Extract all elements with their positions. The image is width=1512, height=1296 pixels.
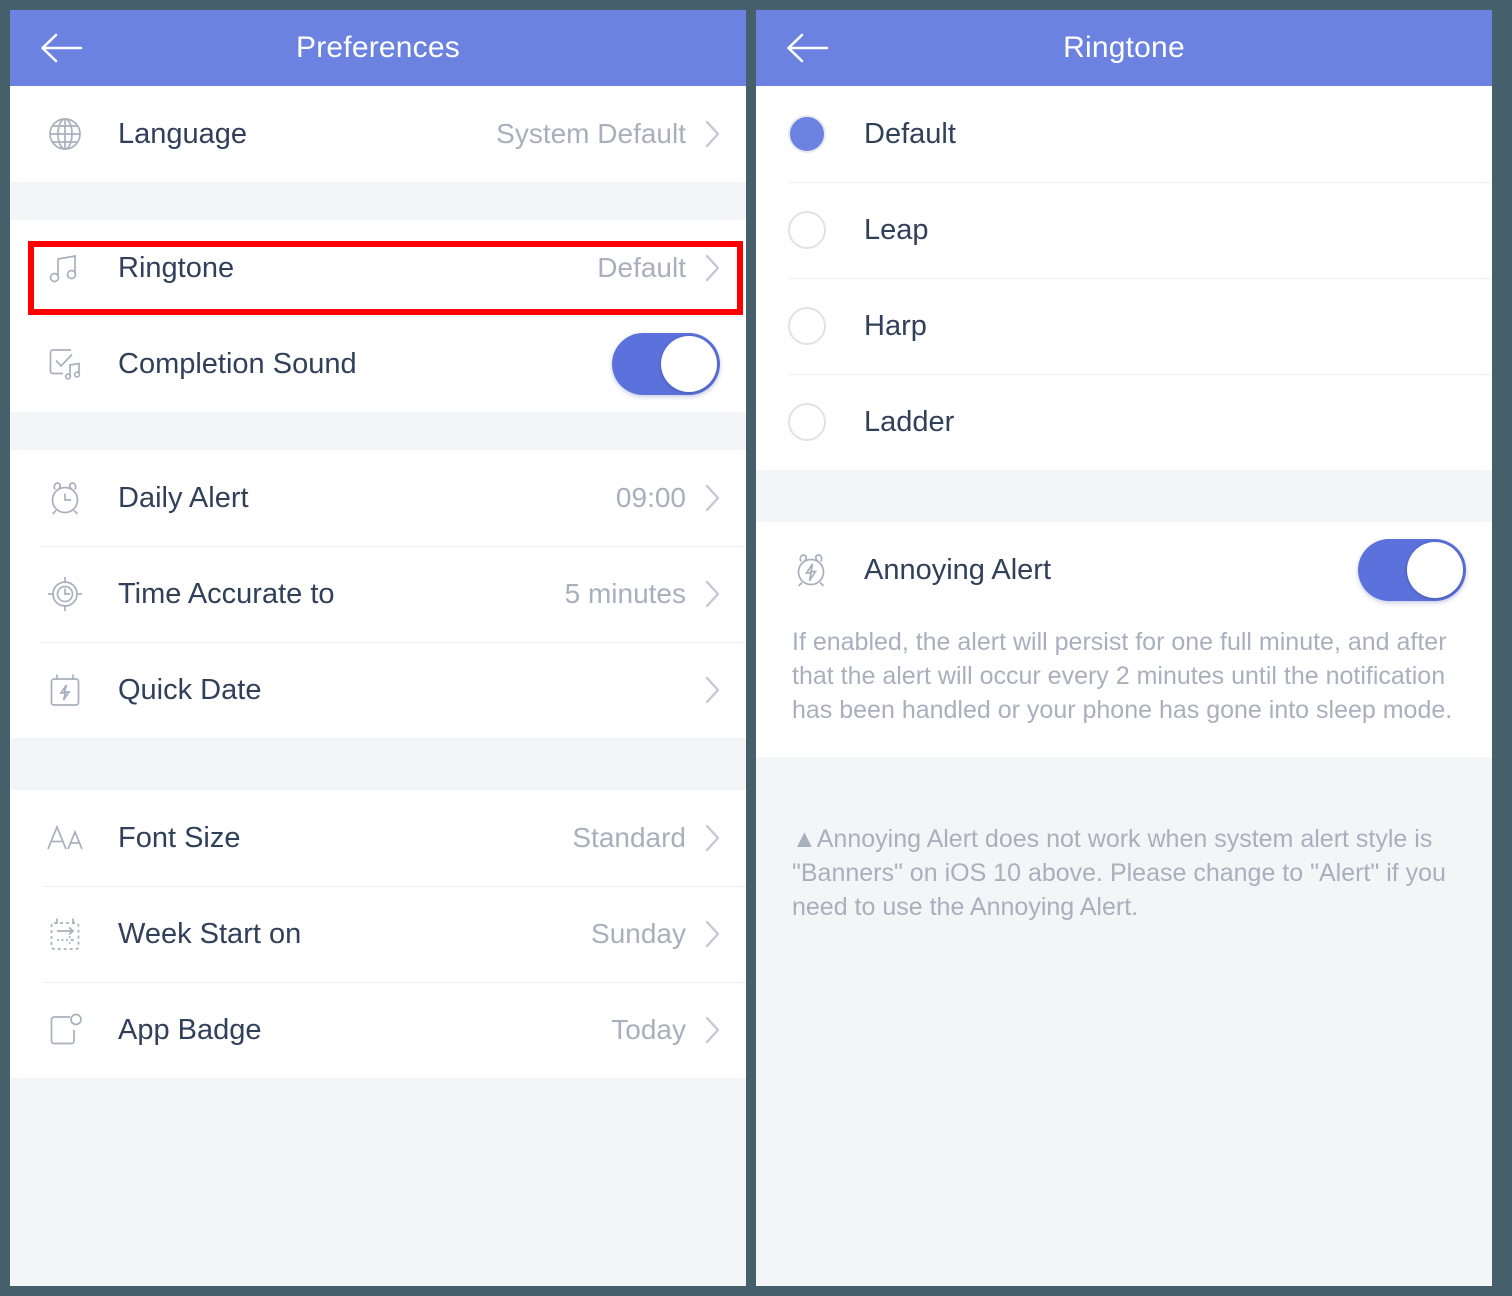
row-label: Annoying Alert [864, 553, 1052, 586]
ringtone-screen: Ringtone Default Leap Harp Ladder Annoyi… [756, 10, 1492, 1286]
toggle-knob [661, 336, 717, 392]
row-time-accurate-to[interactable]: Time Accurate to 5 minutes [10, 546, 746, 642]
row-label: App Badge [118, 1013, 262, 1046]
ringtone-label: Default [864, 117, 956, 150]
row-language[interactable]: Language System Default [10, 86, 746, 182]
chevron-right-icon [702, 672, 724, 708]
row-daily-alert[interactable]: Daily Alert 09:00 [10, 450, 746, 546]
ringtone-option-ladder[interactable]: Ladder [756, 374, 1492, 470]
settings-group-time: Daily Alert 09:00 Time Accurate to 5 min… [10, 450, 746, 738]
back-arrow-icon[interactable] [780, 21, 834, 75]
row-completion-sound[interactable]: Completion Sound [10, 316, 746, 412]
row-annoying-alert[interactable]: Annoying Alert [756, 522, 1492, 618]
settings-group-sound: Ringtone Default Completion Sound [10, 220, 746, 412]
warning-triangle-icon: ▲ [792, 825, 817, 854]
row-label: Week Start on [118, 917, 302, 950]
row-label: Ringtone [118, 251, 235, 284]
annoying-alert-warning: ▲Annoying Alert does not work when syste… [756, 795, 1492, 955]
ringtone-navbar: Ringtone [756, 10, 1492, 86]
row-week-start-on[interactable]: Week Start on Sunday [10, 886, 746, 982]
radio-icon[interactable] [788, 211, 826, 249]
row-label: Font Size [118, 821, 241, 854]
page-title: Ringtone [1063, 31, 1185, 64]
row-label: Quick Date [118, 673, 262, 706]
radio-selected-icon[interactable] [788, 115, 826, 153]
annoying-alert-toggle[interactable] [1358, 539, 1466, 601]
chevron-right-icon [702, 1012, 724, 1048]
chevron-right-icon [702, 250, 724, 286]
ringtone-option-harp[interactable]: Harp [756, 278, 1492, 374]
row-value: Standard [572, 822, 686, 853]
ringtone-options-group: Default Leap Harp Ladder [756, 86, 1492, 470]
row-value: 09:00 [615, 482, 686, 513]
row-value: System Default [496, 118, 686, 149]
target-clock-icon [42, 571, 88, 617]
chevron-right-icon [702, 576, 724, 612]
toggle-knob [1407, 542, 1463, 598]
radio-icon[interactable] [788, 307, 826, 345]
row-value: Sunday [591, 918, 686, 949]
alarm-clock-icon [42, 475, 88, 521]
completion-sound-toggle[interactable] [612, 333, 720, 395]
alarm-bolt-icon [788, 547, 834, 593]
music-note-icon [42, 245, 88, 291]
settings-group-display: Font Size Standard Week Start on Sunday … [10, 790, 746, 1078]
row-label: Language [118, 117, 248, 150]
row-value: Default [597, 252, 686, 283]
row-value: 5 minutes [564, 578, 686, 609]
row-font-size[interactable]: Font Size Standard [10, 790, 746, 886]
checkbox-music-icon [42, 341, 88, 387]
chevron-right-icon [702, 916, 724, 952]
row-quick-date[interactable]: Quick Date [10, 642, 746, 738]
row-value: Today [611, 1014, 686, 1045]
chevron-right-icon [702, 820, 724, 856]
dual-screenshot-container: Preferences Language System Default Ring… [0, 0, 1512, 1296]
annoying-alert-description: If enabled, the alert will persist for o… [756, 618, 1492, 758]
preferences-screen: Preferences Language System Default Ring… [10, 10, 746, 1286]
warning-text: Annoying Alert does not work when system… [792, 825, 1446, 921]
calendar-bolt-icon [42, 667, 88, 713]
preferences-list: Language System Default Ringtone Default… [10, 86, 746, 1286]
row-label: Daily Alert [118, 481, 249, 514]
globe-icon [42, 111, 88, 157]
ringtone-option-leap[interactable]: Leap [756, 182, 1492, 278]
app-badge-icon [42, 1007, 88, 1053]
preferences-navbar: Preferences [10, 10, 746, 86]
row-label: Time Accurate to [118, 577, 335, 610]
annoying-alert-group: Annoying Alert If enabled, the alert wil… [756, 522, 1492, 758]
page-title: Preferences [296, 31, 460, 64]
section-gap [10, 182, 746, 220]
ringtone-label: Harp [864, 309, 927, 342]
ringtone-label: Ladder [864, 405, 955, 438]
radio-icon[interactable] [788, 403, 826, 441]
section-gap [10, 738, 746, 790]
ringtone-option-default[interactable]: Default [756, 86, 1492, 182]
chevron-right-icon [702, 480, 724, 516]
section-gap [10, 412, 746, 450]
section-gap [756, 757, 1492, 796]
row-ringtone[interactable]: Ringtone Default [10, 220, 746, 316]
ringtone-label: Leap [864, 213, 929, 246]
row-label: Completion Sound [118, 347, 357, 380]
ringtone-body: Default Leap Harp Ladder Annoying Alert … [756, 86, 1492, 1286]
chevron-right-icon [702, 116, 724, 152]
font-size-icon [42, 815, 88, 861]
settings-group-language: Language System Default [10, 86, 746, 182]
section-gap [756, 470, 1492, 522]
back-arrow-icon[interactable] [34, 21, 88, 75]
calendar-week-icon [42, 911, 88, 957]
row-app-badge[interactable]: App Badge Today [10, 982, 746, 1078]
